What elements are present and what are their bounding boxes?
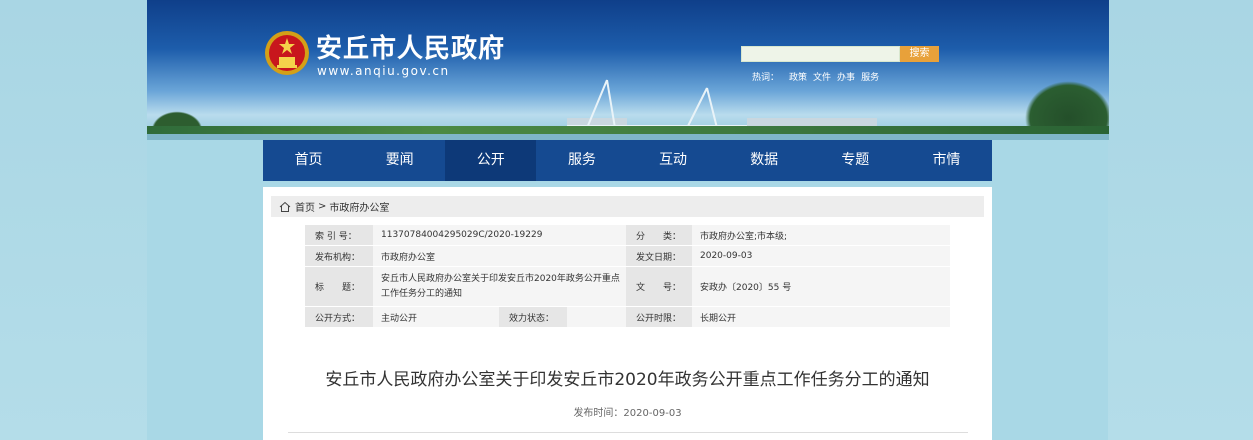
search-button[interactable]: 搜索 bbox=[900, 46, 939, 62]
disclosure-time-label: 公开时限： bbox=[626, 307, 692, 327]
disclosure-time-value: 长期公开 bbox=[692, 307, 950, 327]
site-url: www.anqiu.gov.cn bbox=[317, 64, 450, 78]
home-icon bbox=[279, 201, 291, 212]
mode-label: 公开方式： bbox=[305, 307, 373, 327]
doc-number-label: 文 号： bbox=[626, 267, 692, 306]
hotword-policy[interactable]: 政策 bbox=[789, 70, 807, 83]
mode-value: 主动公开 bbox=[373, 307, 499, 327]
divider bbox=[288, 432, 968, 433]
search-input[interactable] bbox=[741, 46, 900, 62]
hotwords-label: 热词： bbox=[752, 73, 780, 83]
left-background bbox=[0, 0, 147, 440]
hotword-services[interactable]: 服务 bbox=[861, 70, 879, 83]
breadcrumb: 首页 > 市政府办公室 bbox=[271, 196, 984, 217]
title-label: 标 题： bbox=[305, 267, 373, 306]
bridge-graphic bbox=[567, 79, 747, 129]
index-value: 11370784004295029C/2020-19229 bbox=[373, 225, 626, 245]
breadcrumb-home[interactable]: 首页 bbox=[295, 199, 315, 214]
breadcrumb-current[interactable]: 市政府办公室 bbox=[329, 199, 389, 214]
breadcrumb-separator: > bbox=[318, 201, 327, 212]
issue-date-value: 2020-09-03 bbox=[692, 246, 950, 266]
category-label: 分 类： bbox=[626, 225, 692, 245]
issue-date-label: 发文日期： bbox=[626, 246, 692, 266]
meta-row: 发布机构： 市政府办公室 发文日期： 2020-09-03 bbox=[305, 246, 950, 267]
content-panel: 首页 > 市政府办公室 索 引 号： 11370784004295029C/20… bbox=[263, 187, 992, 440]
meta-row: 索 引 号： 11370784004295029C/2020-19229 分 类… bbox=[305, 225, 950, 246]
hotword-affairs[interactable]: 办事 bbox=[837, 70, 855, 83]
main-nav: 首页 要闻 公开 服务 互动 数据 专题 市情 bbox=[263, 140, 992, 181]
validity-value bbox=[567, 307, 626, 327]
doc-number-value: 安政办〔2020〕55 号 bbox=[692, 267, 950, 306]
nav-home[interactable]: 首页 bbox=[263, 140, 354, 181]
publisher-value: 市政府办公室 bbox=[373, 246, 626, 266]
publisher-label: 发布机构： bbox=[305, 246, 373, 266]
nav-city-info[interactable]: 市情 bbox=[901, 140, 992, 181]
nav-data[interactable]: 数据 bbox=[719, 140, 810, 181]
nav-interaction[interactable]: 互动 bbox=[628, 140, 719, 181]
hotwords: 热词： 政策 文件 办事 服务 bbox=[752, 70, 879, 83]
index-label: 索 引 号： bbox=[305, 225, 373, 245]
right-background bbox=[1108, 0, 1253, 440]
national-emblem-logo bbox=[265, 31, 309, 75]
publish-time: 发布时间：2020-09-03 bbox=[573, 408, 682, 419]
nav-services[interactable]: 服务 bbox=[536, 140, 627, 181]
nav-topics[interactable]: 专题 bbox=[810, 140, 901, 181]
category-value: 市政府办公室;市本级; bbox=[692, 225, 950, 245]
site-title: 安丘市人民政府 bbox=[316, 34, 506, 64]
meta-row: 公开方式： 主动公开 效力状态： 公开时限： 长期公开 bbox=[305, 307, 950, 328]
document-metadata: 索 引 号： 11370784004295029C/2020-19229 分 类… bbox=[305, 225, 950, 328]
meta-row: 标 题： 安丘市人民政府办公室关于印发安丘市2020年政务公开重点工作任务分工的… bbox=[305, 267, 950, 307]
title-value: 安丘市人民政府办公室关于印发安丘市2020年政务公开重点工作任务分工的通知 bbox=[373, 267, 626, 306]
validity-label: 效力状态： bbox=[499, 307, 567, 327]
hotword-documents[interactable]: 文件 bbox=[813, 70, 831, 83]
nav-news[interactable]: 要闻 bbox=[354, 140, 445, 181]
nav-disclosure[interactable]: 公开 bbox=[445, 140, 537, 181]
article-title: 安丘市人民政府办公室关于印发安丘市2020年政务公开重点工作任务分工的通知 bbox=[325, 370, 930, 390]
